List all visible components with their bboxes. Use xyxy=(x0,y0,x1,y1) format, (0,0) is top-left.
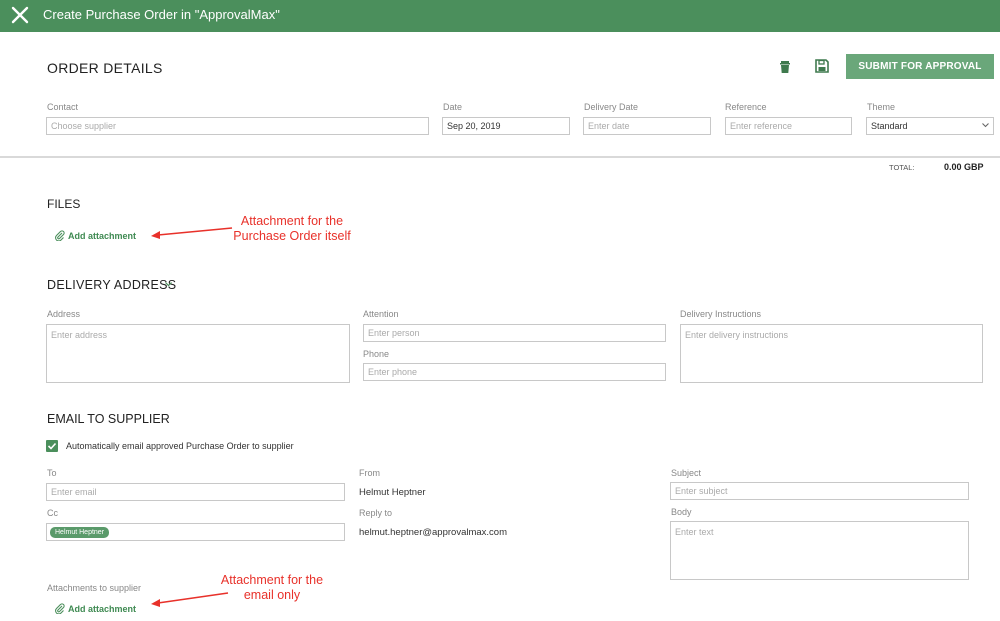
delivery-date-input[interactable]: Enter date xyxy=(583,117,711,135)
attachments-to-supplier-label: Attachments to supplier xyxy=(47,583,142,593)
theme-value: Standard xyxy=(871,121,908,131)
to-label: To xyxy=(47,468,57,478)
order-details-heading: ORDER DETAILS xyxy=(47,60,163,76)
theme-label: Theme xyxy=(867,102,896,112)
cc-recipient-chip[interactable]: Helmut Heptner xyxy=(50,527,110,538)
cc-label: Cc xyxy=(47,508,58,518)
chevron-down-icon[interactable] xyxy=(165,282,172,287)
reply-to-value: helmut.heptner@approvalmax.com xyxy=(359,527,507,538)
from-value: Helmut Heptner xyxy=(359,487,426,498)
phone-label: Phone xyxy=(363,349,390,359)
email-add-attachment-link[interactable]: Add attachment xyxy=(68,604,136,614)
total-value: 0.00 GBP xyxy=(944,162,984,172)
email-to-supplier-heading: EMAIL TO SUPPLIER xyxy=(47,412,170,426)
phone-input[interactable]: Enter phone xyxy=(363,363,666,381)
add-attachment-link[interactable]: Add attachment xyxy=(68,231,136,241)
submit-for-approval-button[interactable]: SUBMIT FOR APPROVAL xyxy=(846,54,994,79)
attention-input[interactable]: Enter person xyxy=(363,324,666,342)
attention-label: Attention xyxy=(363,309,399,319)
auto-email-label: Automatically email approved Purchase Or… xyxy=(66,441,294,451)
subject-input[interactable]: Enter subject xyxy=(670,482,969,500)
auto-email-checkbox[interactable] xyxy=(46,440,58,452)
delivery-instructions-textarea[interactable]: Enter delivery instructions xyxy=(680,324,983,383)
theme-select[interactable]: Standard xyxy=(866,117,994,135)
date-label: Date xyxy=(443,102,463,112)
address-textarea[interactable]: Enter address xyxy=(46,324,350,383)
delivery-address-heading: DELIVERY ADDRESS xyxy=(47,278,177,292)
address-label: Address xyxy=(47,309,81,319)
annotation-arrow-1 xyxy=(151,227,233,239)
paperclip-icon xyxy=(54,603,65,614)
title-bar: Create Purchase Order in "ApprovalMax" xyxy=(0,0,1000,32)
delivery-instructions-label: Delivery Instructions xyxy=(680,309,762,319)
from-label: From xyxy=(359,468,380,478)
reference-input[interactable]: Enter reference xyxy=(725,117,852,135)
delivery-date-label: Delivery Date xyxy=(584,102,639,112)
reply-to-label: Reply to xyxy=(359,508,393,518)
total-label: TOTAL: xyxy=(889,163,915,172)
annotation-arrow-2 xyxy=(151,592,229,607)
reference-label: Reference xyxy=(725,102,767,112)
body-textarea[interactable]: Enter text xyxy=(670,521,969,580)
to-email-input[interactable]: Enter email xyxy=(46,483,345,501)
contact-input[interactable]: Choose supplier xyxy=(46,117,429,135)
contact-label: Contact xyxy=(47,102,79,112)
chevron-down-icon xyxy=(982,123,989,128)
trash-icon[interactable] xyxy=(777,59,793,75)
close-icon[interactable] xyxy=(9,4,31,26)
annotation-po-attachment: Attachment for the Purchase Order itself xyxy=(233,214,351,243)
body-label: Body xyxy=(671,507,692,517)
date-input[interactable]: Sep 20, 2019 xyxy=(442,117,570,135)
save-icon[interactable] xyxy=(814,58,830,74)
section-divider xyxy=(0,156,1000,158)
paperclip-icon xyxy=(54,230,65,241)
subject-label: Subject xyxy=(671,468,702,478)
annotation-email-attachment: Attachment for the email only xyxy=(220,573,324,602)
window-title: Create Purchase Order in "ApprovalMax" xyxy=(43,7,280,22)
files-heading: FILES xyxy=(47,197,81,211)
